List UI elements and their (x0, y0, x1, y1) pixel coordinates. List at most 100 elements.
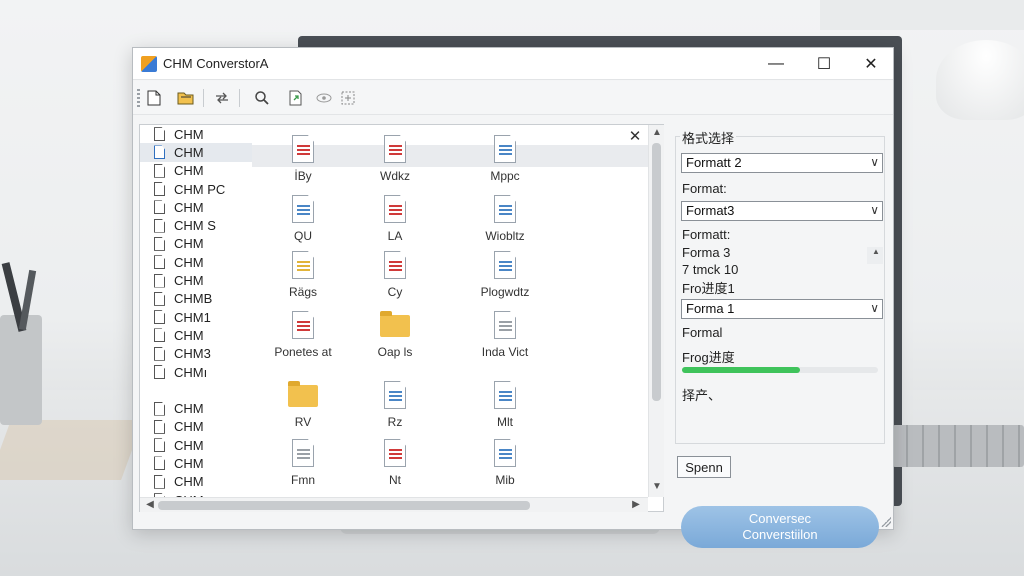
refresh-icon[interactable] (211, 87, 233, 109)
format-select-2[interactable]: Format3 ∨ (681, 201, 883, 221)
file-tile[interactable]: Rägs (258, 251, 348, 299)
listbox-item[interactable]: Forma 3 (681, 245, 883, 262)
file-tile[interactable]: Oap ls (350, 311, 440, 359)
document-icon (154, 328, 165, 343)
scroll-right-icon[interactable]: ▶ (628, 499, 644, 510)
file-tile[interactable]: Nt (350, 439, 440, 487)
keyboard (892, 425, 1024, 467)
file-icon (384, 251, 406, 279)
file-tile-label: QU (294, 229, 312, 243)
progress-label: Frog进度 (682, 350, 735, 365)
listbox-item[interactable]: 7 tmck 10 (681, 262, 883, 279)
settings-icon[interactable] (337, 87, 359, 109)
file-tile[interactable]: RV (258, 381, 348, 429)
vertical-scrollbar[interactable]: ▲ ▼ (648, 125, 664, 497)
view-icon[interactable] (313, 87, 335, 109)
format-select-1-value: Formatt 2 (686, 155, 742, 170)
toolbar-grip[interactable] (137, 89, 140, 107)
scroll-up-icon[interactable]: ▲ (868, 247, 884, 256)
folder-icon (380, 311, 410, 337)
document-icon (154, 456, 165, 471)
resize-grip[interactable] (881, 517, 891, 527)
export-icon[interactable] (285, 87, 307, 109)
format-select-1[interactable]: Formatt 2 ∨ (681, 153, 883, 173)
file-tile[interactable]: Сy (350, 251, 440, 299)
file-grid: İВу Wdkz Mppc QU LA Wiobltz Rägs Сy Plogwdtz Pone… (252, 135, 648, 497)
vertical-scroll-thumb[interactable] (652, 143, 661, 401)
tree-item[interactable]: CHM (140, 271, 252, 289)
file-tile[interactable]: QU (258, 195, 348, 243)
tree-item[interactable]: CHM (140, 436, 252, 454)
format-listbox[interactable]: ▲ Forma 37 tmck 10 Fro进度1 (681, 245, 883, 296)
tree-item-label: CHM (174, 327, 204, 343)
convert-button[interactable]: Conversec Converstiilon (681, 506, 879, 548)
file-icon (494, 251, 516, 279)
tree-item[interactable]: CHM (140, 125, 252, 143)
document-icon (154, 346, 165, 361)
tree-item-label: CHM (174, 254, 204, 270)
file-tile-label: Сy (387, 285, 403, 299)
tree-item[interactable]: CHMı (140, 363, 252, 381)
tree-item[interactable]: CHM (140, 418, 252, 436)
file-icon (384, 135, 406, 163)
tree-item[interactable]: CHM (140, 473, 252, 491)
file-tile[interactable]: Wiobltz (460, 195, 550, 243)
tree-item[interactable]: CHMB (140, 290, 252, 308)
search-icon[interactable] (251, 87, 273, 109)
file-tile[interactable]: Plogwdtz (460, 251, 550, 299)
file-tile-label: Oap ls (377, 345, 413, 359)
chevron-down-icon[interactable]: ∨ (870, 155, 879, 169)
file-tile[interactable]: Mlt (460, 381, 550, 429)
tree-item[interactable]: CHM3 (140, 345, 252, 363)
file-tile[interactable]: Ponetes at (258, 311, 348, 359)
tree-item[interactable]: CHM S (140, 216, 252, 234)
file-tile[interactable]: Wdkz (350, 135, 440, 183)
open-folder-icon[interactable] (175, 87, 197, 109)
open-button[interactable]: Spenn (677, 456, 731, 478)
tree-item[interactable]: CHM (140, 162, 252, 180)
tree-item[interactable]: CHM1 (140, 308, 252, 326)
format-panel: 格式选择 Formatt 2 ∨ Format: Format3 ∨ Forma… (675, 124, 887, 548)
file-tile[interactable]: İВу (258, 135, 348, 183)
horizontal-scroll-thumb[interactable] (158, 501, 530, 510)
tree-item[interactable]: CHM (140, 399, 252, 417)
format-select-3[interactable]: Forma 1 ∨ (681, 299, 883, 319)
document-icon (154, 255, 165, 270)
file-tile[interactable]: LA (350, 195, 440, 243)
tree-item-label: CHM S (174, 218, 216, 234)
document-icon (154, 200, 165, 215)
document-icon (154, 273, 165, 288)
title-bar[interactable]: CHM ConverstorА — ☐ ✕ (133, 48, 893, 80)
horizontal-scrollbar[interactable]: ◀ ▶ (140, 497, 648, 512)
new-file-icon[interactable] (143, 87, 165, 109)
desk-lamp (936, 40, 1024, 120)
scroll-up-icon[interactable]: ▲ (649, 127, 665, 138)
close-panel-button[interactable]: ✕ (626, 127, 644, 145)
listbox-item[interactable]: Fro进度1 (681, 278, 883, 296)
tree-item[interactable]: CHM (140, 326, 252, 344)
file-tile[interactable]: Mppc (460, 135, 550, 183)
toolbar-separator (203, 89, 204, 107)
close-window-button[interactable]: ✕ (848, 48, 894, 80)
maximize-button[interactable]: ☐ (801, 48, 847, 80)
scroll-down-icon[interactable]: ▼ (649, 481, 665, 492)
tree-item[interactable]: CHM PC (140, 180, 252, 198)
file-tile[interactable]: Inda Vict (460, 311, 550, 359)
file-tile[interactable]: Fmn (258, 439, 348, 487)
tree-item[interactable]: CHM (140, 235, 252, 253)
file-tile[interactable]: Rz (350, 381, 440, 429)
file-tile[interactable]: Mib (460, 439, 550, 487)
file-icon (384, 195, 406, 223)
tree-item[interactable]: CHM (140, 143, 252, 162)
tree-item[interactable]: CHM (140, 454, 252, 472)
file-icon (494, 439, 516, 467)
chevron-down-icon[interactable]: ∨ (870, 301, 879, 315)
listbox-scrollbar[interactable]: ▲ (867, 247, 883, 264)
chevron-down-icon[interactable]: ∨ (870, 203, 879, 217)
tree-item[interactable]: CHM (140, 253, 252, 271)
document-icon (154, 291, 165, 306)
minimize-button[interactable]: — (753, 48, 799, 80)
tree-item[interactable]: CHM (140, 198, 252, 216)
tree-item (140, 381, 252, 399)
scroll-left-icon[interactable]: ◀ (142, 499, 158, 510)
